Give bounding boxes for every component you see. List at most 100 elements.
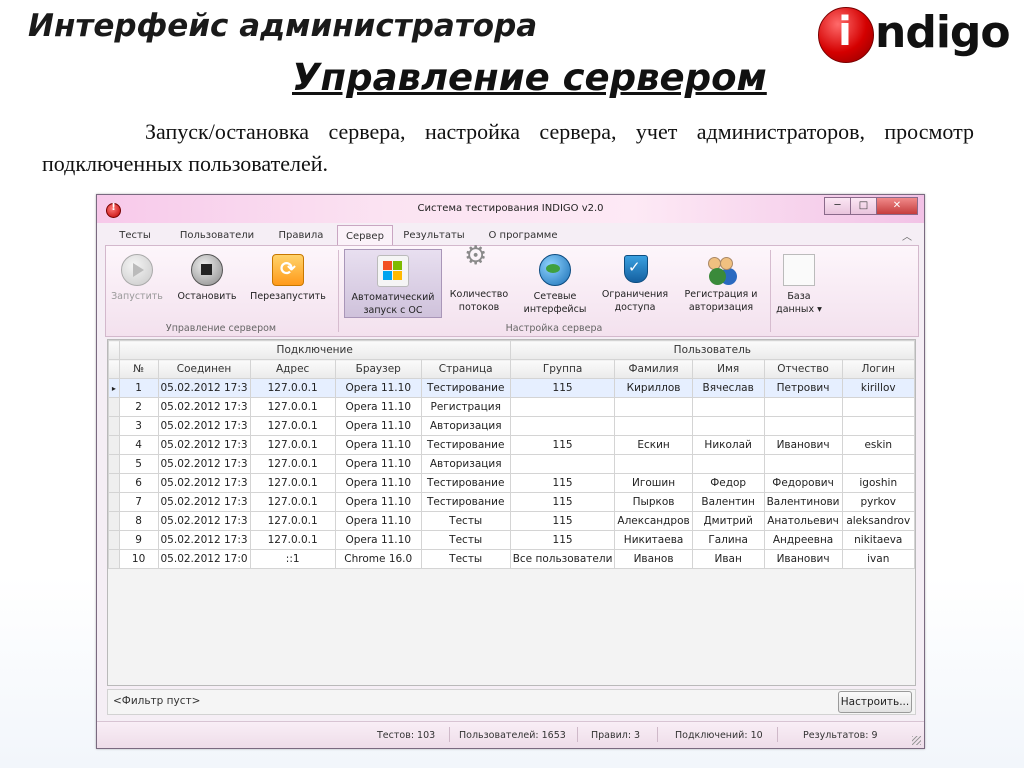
- row-indicator[interactable]: [108, 473, 120, 493]
- column-header[interactable]: Страница: [420, 359, 511, 379]
- table-cell: aleksandrov: [841, 511, 916, 531]
- table-cell: 127.0.0.1: [249, 397, 336, 417]
- tab-rules[interactable]: Правила: [275, 225, 327, 244]
- restart-button[interactable]: Перезапустить: [248, 254, 328, 314]
- column-header[interactable]: Имя: [691, 359, 765, 379]
- table-cell: Авторизация: [420, 454, 511, 474]
- table-cell: Ескин: [614, 435, 693, 455]
- tab-about[interactable]: О программе: [483, 225, 563, 244]
- group-header-user: Пользователь: [509, 340, 916, 360]
- table-cell: [614, 397, 693, 417]
- table-cell: 6: [118, 473, 159, 493]
- row-indicator[interactable]: [108, 416, 120, 436]
- table-cell: Авторизация: [420, 416, 511, 436]
- column-header[interactable]: №: [118, 359, 159, 379]
- collapse-ribbon-icon[interactable]: ︿: [902, 228, 912, 243]
- start-button[interactable]: Запустить: [110, 254, 164, 314]
- row-indicator[interactable]: [108, 397, 120, 417]
- table-cell: 127.0.0.1: [249, 416, 336, 436]
- table-row[interactable]: 7 05.02.2012 17:3 127.0.0.1 Opera 11.10 Тест…: [108, 492, 916, 512]
- column-header[interactable]: Соединен: [157, 359, 251, 379]
- row-indicator[interactable]: [108, 492, 120, 512]
- table-cell: 127.0.0.1: [249, 435, 336, 455]
- table-cell: 05.02.2012 17:3: [157, 416, 251, 436]
- table-cell: Opera 11.10: [334, 511, 422, 531]
- registration-auth-button[interactable]: Регистрация и авторизация: [680, 254, 762, 314]
- corner-cell: [108, 340, 120, 360]
- table-cell: 115: [509, 511, 616, 531]
- table-cell: Иванович: [763, 435, 843, 455]
- table-cell: Opera 11.10: [334, 492, 422, 512]
- filter-text[interactable]: <Фильтр пуст>: [113, 695, 200, 707]
- row-indicator[interactable]: [108, 435, 120, 455]
- table-cell: Кириллов: [614, 378, 693, 398]
- ribbon: Запустить Остановить Перезапустить Управ…: [105, 245, 919, 337]
- tab-server[interactable]: Сервер: [337, 225, 393, 246]
- column-header[interactable]: Отчество: [763, 359, 843, 379]
- status-tests: Тестов: 103: [377, 730, 436, 741]
- database-button[interactable]: База данных ▾: [774, 254, 824, 315]
- table-cell: Opera 11.10: [334, 397, 422, 417]
- stop-button[interactable]: Остановить: [174, 254, 240, 314]
- table-cell: Тесты: [420, 511, 511, 531]
- table-cell: 05.02.2012 17:3: [157, 454, 251, 474]
- table-cell: [614, 416, 693, 436]
- column-header[interactable]: Группа: [509, 359, 616, 379]
- threads-button[interactable]: Количество потоков: [446, 250, 512, 314]
- row-indicator[interactable]: [108, 511, 120, 531]
- title-bar[interactable]: ! Система тестирования INDIGO v2.0 ─ □ ✕: [97, 195, 924, 223]
- table-row[interactable]: ▸ 1 05.02.2012 17:3 127.0.0.1 Opera 11.10 Тес…: [108, 378, 916, 398]
- close-button[interactable]: ✕: [876, 197, 918, 215]
- access-restrictions-button[interactable]: Ограничения доступа: [598, 254, 672, 314]
- maximize-button[interactable]: □: [850, 197, 877, 215]
- connections-grid[interactable]: Подключение Пользователь № Соединен Адрес Б…: [107, 339, 916, 686]
- minimize-button[interactable]: ─: [824, 197, 851, 215]
- column-header[interactable]: Браузер: [334, 359, 422, 379]
- tab-users[interactable]: Пользователи: [177, 225, 257, 244]
- configure-filter-button[interactable]: Настроить...: [838, 691, 912, 713]
- table-row[interactable]: 5 05.02.2012 17:3 127.0.0.1 Opera 11.10 Авто…: [108, 454, 916, 474]
- table-cell: Иванов: [614, 549, 693, 569]
- autostart-button[interactable]: Автоматический запуск с ОС: [344, 249, 442, 318]
- resize-grip-icon[interactable]: [912, 736, 921, 745]
- table-cell: 127.0.0.1: [249, 473, 336, 493]
- table-cell: [691, 416, 765, 436]
- table-cell: Александров: [614, 511, 693, 531]
- status-rules: Правил: 3: [591, 730, 641, 741]
- table-cell: 05.02.2012 17:3: [157, 378, 251, 398]
- table-cell: Opera 11.10: [334, 473, 422, 493]
- table-cell: Петрович: [763, 378, 843, 398]
- table-row[interactable]: 3 05.02.2012 17:3 127.0.0.1 Opera 11.10 Авто…: [108, 416, 916, 436]
- table-row[interactable]: 6 05.02.2012 17:3 127.0.0.1 Opera 11.10 Тест…: [108, 473, 916, 493]
- tab-tests[interactable]: Тесты: [115, 225, 155, 244]
- row-indicator[interactable]: [108, 454, 120, 474]
- table-cell: Тестирование: [420, 492, 511, 512]
- table-cell: 127.0.0.1: [249, 530, 336, 550]
- network-interfaces-button[interactable]: Сетевые интерфейсы: [522, 254, 588, 315]
- table-row[interactable]: 9 05.02.2012 17:3 127.0.0.1 Opera 11.10 Тест…: [108, 530, 916, 550]
- table-cell: Opera 11.10: [334, 454, 422, 474]
- table-row[interactable]: 2 05.02.2012 17:3 127.0.0.1 Opera 11.10 Реги…: [108, 397, 916, 417]
- table-row[interactable]: 10 05.02.2012 17:0::1 Chrome 16.0 Тесты Все …: [108, 549, 916, 569]
- windows-logo-icon: [377, 255, 409, 287]
- column-header[interactable]: Фамилия: [614, 359, 693, 379]
- table-cell: nikitaeva: [841, 530, 916, 550]
- table-cell: 2: [118, 397, 159, 417]
- table-cell: 9: [118, 530, 159, 550]
- table-cell: 115: [509, 435, 616, 455]
- table-cell: Никитаева: [614, 530, 693, 550]
- table-cell: Игошин: [614, 473, 693, 493]
- table-row[interactable]: 8 05.02.2012 17:3 127.0.0.1 Opera 11.10 Тест…: [108, 511, 916, 531]
- table-row[interactable]: 4 05.02.2012 17:3 127.0.0.1 Opera 11.10 Тест…: [108, 435, 916, 455]
- row-indicator[interactable]: ▸: [108, 378, 120, 398]
- table-cell: Opera 11.10: [334, 530, 422, 550]
- tab-results[interactable]: Результаты: [401, 225, 467, 244]
- column-header[interactable]: Логин: [841, 359, 916, 379]
- table-cell: 127.0.0.1: [249, 511, 336, 531]
- table-cell: 4: [118, 435, 159, 455]
- table-cell: [841, 416, 916, 436]
- column-header[interactable]: Адрес: [249, 359, 336, 379]
- row-indicator[interactable]: [108, 549, 120, 569]
- table-cell: Иван: [691, 549, 765, 569]
- row-indicator[interactable]: [108, 530, 120, 550]
